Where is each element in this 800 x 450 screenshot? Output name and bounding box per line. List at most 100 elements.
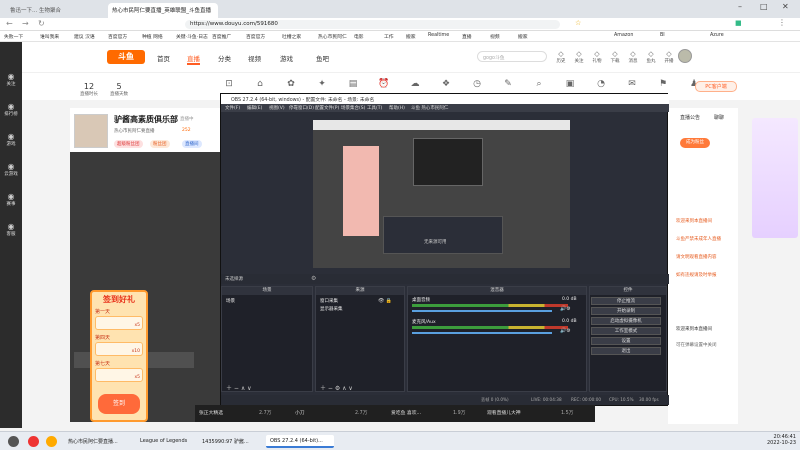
sidebar-item[interactable]: ◉ 客服: [0, 222, 22, 237]
taskbar-app-lol[interactable]: League of Legends: [136, 435, 196, 448]
reload-icon[interactable]: ↻: [38, 19, 45, 28]
bookmark-item[interactable]: 百度推广: [212, 33, 231, 40]
browser-tab-active[interactable]: 热心市民阿仁要直播_英雄联盟_斗鱼直播: [108, 3, 218, 18]
virtual-camera-button[interactable]: 启动虚拟摄像机: [591, 317, 661, 325]
obs-menu-item[interactable]: 停靠窗口(D): [289, 105, 314, 111]
category-icon[interactable]: ✎: [501, 79, 515, 89]
checkin-button[interactable]: 签到: [98, 394, 140, 414]
app-icon[interactable]: [28, 436, 39, 447]
add-source-icon[interactable]: ＋ − ⚙ ∧ ∨: [320, 383, 353, 392]
bookmark-item[interactable]: 直播: [462, 33, 472, 40]
bookmark-item[interactable]: 建议 汉语: [74, 33, 95, 40]
live-icon[interactable]: ◇ 开播: [660, 50, 678, 64]
volume-slider[interactable]: [412, 310, 552, 312]
browser-tab-1[interactable]: 鲁迅一下... 生物聚合: [6, 3, 90, 18]
taskbar-app-chat[interactable]: 1435990:97 驴酱...: [198, 435, 264, 448]
fish-icon[interactable]: ◇ 鱼丸: [642, 50, 660, 64]
obs-menu-item[interactable]: 文件(F): [225, 105, 240, 111]
sidebar-item[interactable]: ◉ 排行榜: [0, 102, 22, 117]
sidebar-item[interactable]: ◉ 云游戏: [0, 162, 22, 177]
scene-item[interactable]: 场景: [226, 298, 235, 304]
bookmark-item[interactable]: 视频: [490, 33, 500, 40]
recommend-item[interactable]: 小刀: [295, 409, 305, 416]
maximize-icon[interactable]: □: [760, 2, 768, 11]
category-icon[interactable]: ◷: [470, 79, 484, 89]
volume-slider[interactable]: [412, 332, 552, 334]
bookmark-item[interactable]: 热心市民阿仁: [318, 33, 347, 40]
forward-icon[interactable]: →: [22, 19, 29, 28]
add-scene-icon[interactable]: ＋ − ∧ ∨: [226, 383, 252, 392]
checkin-reward-1[interactable]: x5: [95, 316, 143, 330]
eye-icon[interactable]: 👁 🔒: [378, 298, 392, 304]
recommend-item[interactable]: 张正大精选: [199, 409, 223, 416]
bookmark-item[interactable]: Amazon: [614, 33, 633, 38]
douyu-logo[interactable]: 斗鱼: [107, 50, 145, 64]
studio-mode-button[interactable]: 工作室模式: [591, 327, 661, 335]
bookmark-item[interactable]: 百度官方: [246, 33, 265, 40]
obs-menu-item[interactable]: 斗鱼 热心市民阿仁: [411, 105, 448, 111]
search-input[interactable]: gogo斗鱼: [477, 51, 547, 62]
bookmark-item[interactable]: 搬家: [406, 33, 416, 40]
start-icon[interactable]: [8, 436, 19, 447]
speaker-icon[interactable]: 🔊⚙: [560, 328, 571, 334]
bookmark-item[interactable]: 电影: [354, 33, 364, 40]
extension-icon[interactable]: ■: [735, 19, 742, 27]
obs-preview[interactable]: 无来源可用: [313, 120, 570, 268]
user-avatar[interactable]: [678, 49, 692, 63]
tab-notice[interactable]: 直播公告: [680, 114, 700, 121]
source-item[interactable]: 显示器采集: [320, 306, 343, 312]
category-icon[interactable]: ⏰: [377, 79, 391, 89]
bookmark-item[interactable]: Azure: [710, 33, 724, 38]
category-icon[interactable]: ✦: [315, 79, 329, 89]
sidebar-item[interactable]: ◉ 游戏: [0, 132, 22, 147]
settings-icon[interactable]: ⚙: [311, 275, 316, 282]
streamer-avatar[interactable]: [74, 114, 108, 148]
checkin-banner[interactable]: 签到好礼 第一天 x5 第四天 x10 第七天 x5 签到: [90, 290, 148, 422]
source-item[interactable]: 窗口采集: [320, 298, 338, 304]
checkin-reward-7[interactable]: x5: [95, 368, 143, 382]
gift-icon[interactable]: ◇ 礼物: [588, 50, 606, 64]
tag-room[interactable]: 直播间: [182, 140, 202, 148]
obs-menu-item[interactable]: 配置文件(P): [315, 105, 339, 111]
bookmark-item[interactable]: 工作: [384, 33, 394, 40]
sidebar-item[interactable]: ◉ 赛事: [0, 192, 22, 207]
nav-item[interactable]: 鱼吧: [316, 53, 329, 63]
category-icon[interactable]: ▣: [563, 79, 577, 89]
minimize-icon[interactable]: –: [738, 2, 742, 11]
category-icon[interactable]: ✿: [284, 79, 298, 89]
category-icon[interactable]: ▤: [346, 79, 360, 89]
category-icon[interactable]: ❖: [439, 79, 453, 89]
taskbar-app-obs[interactable]: OBS 27.2.4 (64-bit)...: [266, 435, 334, 448]
star-icon[interactable]: ☆: [575, 19, 581, 27]
category-icon[interactable]: ⌕: [532, 79, 546, 89]
url-input[interactable]: https://www.douyu.com/591680: [185, 20, 560, 29]
bookmark-item[interactable]: 失败一下: [4, 33, 23, 40]
checkin-reward-4[interactable]: x10: [95, 342, 143, 356]
recommend-item[interactable]: 爱吃鱼 喜欢...: [391, 409, 421, 416]
settings-button[interactable]: 设置: [591, 337, 661, 345]
bookmark-item[interactable]: BI: [660, 33, 665, 38]
bookmark-item[interactable]: 吐槽之家: [282, 33, 301, 40]
nav-item[interactable]: 首页: [157, 53, 170, 63]
taskbar-app-browser[interactable]: 热心市民阿仁要直播...: [64, 435, 134, 448]
bookmark-item[interactable]: 种植 网络: [142, 33, 163, 40]
app-icon[interactable]: [46, 436, 57, 447]
history-icon[interactable]: ◇ 历史: [552, 50, 570, 64]
category-icon[interactable]: ☁: [408, 79, 422, 89]
obs-menu-item[interactable]: 视图(V): [269, 105, 285, 111]
obs-menu-item[interactable]: 编辑(E): [247, 105, 262, 111]
category-icon[interactable]: ◔: [594, 79, 608, 89]
bookmark-item[interactable]: Realtime: [428, 33, 449, 38]
category-icon[interactable]: ✉: [625, 79, 639, 89]
tag-fans[interactable]: 粉丝团: [150, 140, 170, 148]
pc-client-button[interactable]: PC客户端: [695, 81, 737, 92]
nav-item[interactable]: 视频: [248, 53, 261, 63]
exit-button[interactable]: 退出: [591, 347, 661, 355]
tab-chat[interactable]: 聊聊: [714, 114, 724, 121]
category-icon[interactable]: ⊡: [222, 79, 236, 89]
menu-icon[interactable]: ⋮: [778, 18, 786, 27]
become-fan-button[interactable]: 成为粉丝: [680, 138, 710, 148]
system-clock[interactable]: 20:46:41 2022-10-23: [758, 434, 796, 446]
bookmark-item[interactable]: 关键·斗鱼·日志: [176, 33, 208, 40]
message-icon[interactable]: ◇ 消息: [624, 50, 642, 64]
